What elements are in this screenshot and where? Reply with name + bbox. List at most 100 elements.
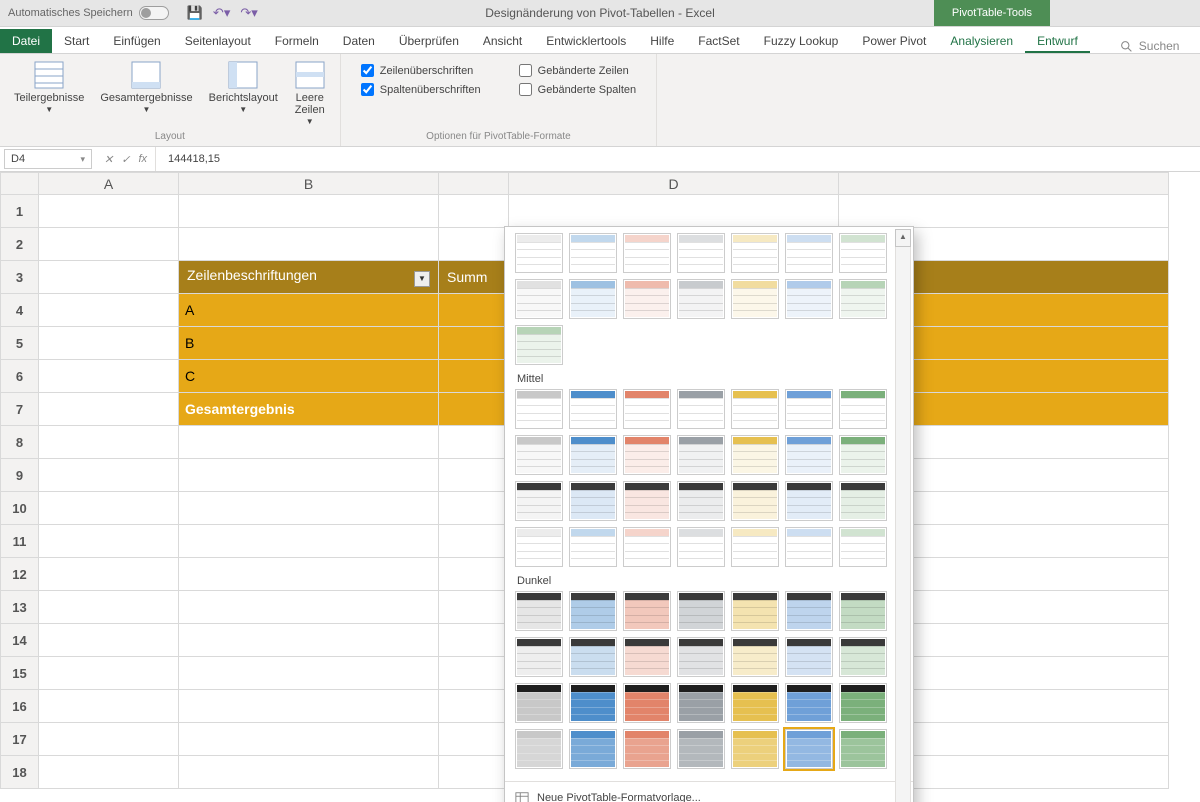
cell[interactable] (439, 426, 509, 459)
tab-factset[interactable]: FactSet (686, 29, 751, 53)
cell[interactable] (439, 624, 509, 657)
cell[interactable] (439, 723, 509, 756)
rowheaders-checkbox[interactable]: Zeilenüberschriften (361, 64, 481, 77)
style-swatch[interactable] (569, 591, 617, 631)
tab-review[interactable]: Überprüfen (387, 29, 471, 53)
autosave-toggle[interactable]: Automatisches Speichern (0, 6, 177, 20)
tab-insert[interactable]: Einfügen (101, 29, 172, 53)
col-header-e[interactable] (839, 173, 1169, 195)
cell[interactable] (439, 360, 509, 393)
tab-data[interactable]: Daten (331, 29, 387, 53)
subtotals-button[interactable]: Teilergebnisse▼ (10, 58, 88, 117)
scroll-up-icon[interactable]: ▲ (895, 229, 911, 247)
style-swatch[interactable] (569, 233, 617, 273)
style-swatch[interactable] (731, 233, 779, 273)
cell[interactable] (39, 426, 179, 459)
cell[interactable] (439, 327, 509, 360)
style-swatch[interactable] (785, 389, 833, 429)
style-swatch[interactable] (785, 233, 833, 273)
style-swatch[interactable] (623, 435, 671, 475)
tab-pagelayout[interactable]: Seitenlayout (173, 29, 263, 53)
cell[interactable] (179, 756, 439, 789)
cell[interactable] (179, 558, 439, 591)
style-swatch[interactable] (839, 683, 887, 723)
row-header[interactable]: 1 (1, 195, 39, 228)
cell[interactable] (179, 426, 439, 459)
gallery-scrollbar[interactable]: ▲ ▼ (895, 229, 911, 802)
style-swatch[interactable] (677, 637, 725, 677)
cell[interactable]: A (179, 294, 439, 327)
style-swatch[interactable] (515, 279, 563, 319)
row-header[interactable]: 18 (1, 756, 39, 789)
cell[interactable] (39, 723, 179, 756)
cell[interactable] (39, 756, 179, 789)
bandedrows-checkbox[interactable]: Gebänderte Zeilen (519, 64, 636, 77)
style-swatch[interactable] (839, 637, 887, 677)
style-swatch[interactable] (731, 527, 779, 567)
style-swatch[interactable] (677, 389, 725, 429)
style-swatch[interactable] (515, 435, 563, 475)
style-swatch[interactable] (677, 683, 725, 723)
style-swatch[interactable] (569, 683, 617, 723)
cell[interactable] (439, 657, 509, 690)
style-swatch[interactable] (839, 389, 887, 429)
style-swatch[interactable] (623, 389, 671, 429)
row-header[interactable]: 3 (1, 261, 39, 294)
cell[interactable] (839, 195, 1169, 228)
style-swatch[interactable] (731, 435, 779, 475)
cell[interactable] (439, 690, 509, 723)
style-swatch[interactable] (839, 435, 887, 475)
cell[interactable] (179, 492, 439, 525)
style-swatch[interactable] (515, 683, 563, 723)
blankrows-button[interactable]: Leere Zeilen▼ (290, 58, 330, 129)
style-swatch[interactable] (731, 279, 779, 319)
cell[interactable] (39, 525, 179, 558)
tab-file[interactable]: Datei (0, 29, 52, 53)
cell[interactable] (39, 261, 179, 294)
cell[interactable] (179, 657, 439, 690)
style-swatch[interactable] (569, 435, 617, 475)
style-swatch[interactable] (569, 389, 617, 429)
style-swatch[interactable] (623, 279, 671, 319)
col-header-c[interactable] (439, 173, 509, 195)
name-box[interactable]: D4 (4, 149, 92, 169)
filter-dropdown-icon[interactable]: ▼ (414, 271, 430, 287)
cell[interactable] (439, 492, 509, 525)
style-swatch[interactable] (785, 729, 833, 769)
row-header[interactable]: 13 (1, 591, 39, 624)
cell[interactable] (439, 558, 509, 591)
cell[interactable] (39, 459, 179, 492)
style-swatch[interactable] (569, 279, 617, 319)
row-header[interactable]: 8 (1, 426, 39, 459)
cell[interactable] (39, 327, 179, 360)
tab-design[interactable]: Entwurf (1025, 29, 1090, 53)
save-icon[interactable]: 💾 (187, 5, 203, 21)
style-swatch[interactable] (677, 481, 725, 521)
style-swatch[interactable] (731, 637, 779, 677)
reportlayout-button[interactable]: Berichtslayout▼ (205, 58, 282, 117)
style-swatch[interactable] (515, 527, 563, 567)
row-header[interactable]: 5 (1, 327, 39, 360)
style-swatch[interactable] (785, 279, 833, 319)
col-header-b[interactable]: B (179, 173, 439, 195)
cell[interactable] (439, 756, 509, 789)
row-header[interactable]: 12 (1, 558, 39, 591)
cell[interactable] (39, 360, 179, 393)
style-swatch[interactable] (731, 389, 779, 429)
row-header[interactable]: 16 (1, 690, 39, 723)
cell[interactable] (179, 459, 439, 492)
style-swatch[interactable] (839, 481, 887, 521)
style-swatch[interactable] (677, 729, 725, 769)
style-swatch[interactable] (731, 591, 779, 631)
cell[interactable]: Zeilenbeschriftungen▼ (179, 261, 439, 294)
style-swatch[interactable] (569, 481, 617, 521)
style-swatch[interactable] (839, 729, 887, 769)
style-swatch[interactable] (785, 481, 833, 521)
style-swatch[interactable] (677, 527, 725, 567)
cell[interactable] (179, 690, 439, 723)
tab-developer[interactable]: Entwicklertools (534, 29, 638, 53)
cell[interactable] (39, 195, 179, 228)
cell[interactable] (39, 690, 179, 723)
select-all-corner[interactable] (1, 173, 39, 195)
worksheet-grid[interactable]: A B D 123Zeilenbeschriftungen▼Summe von … (0, 172, 1200, 802)
